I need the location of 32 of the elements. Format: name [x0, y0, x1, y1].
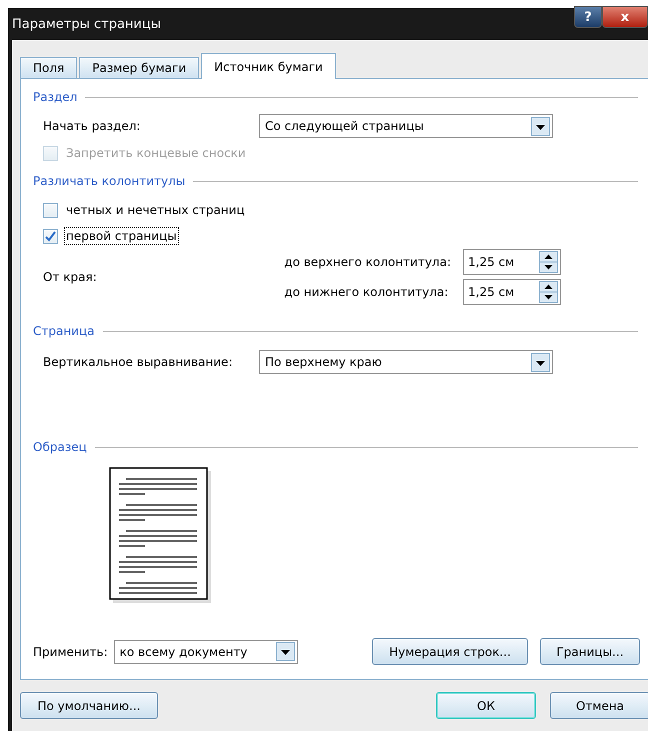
field-label: Начать раздел: [43, 119, 142, 133]
vertical-alignment-dropdown[interactable]: По верхнему краю [259, 350, 553, 374]
group-heading: Различать колонтитулы [33, 174, 186, 188]
group-heading: Раздел [33, 90, 78, 104]
dialog-button[interactable]: Границы... [540, 638, 640, 665]
field-label: до верхнего колонтитула: [284, 255, 451, 269]
field-label: до нижнего колонтитула: [284, 285, 450, 299]
group-heading: Образец [33, 440, 87, 454]
field-label: Применить: [33, 644, 108, 658]
checkbox-label[interactable]: первой страницы [64, 227, 179, 245]
help-button[interactable]: ? [574, 6, 602, 28]
tab[interactable]: Размер бумаги [79, 57, 200, 79]
tab[interactable]: Поля [20, 57, 78, 79]
group-heading: Страница [33, 324, 95, 338]
field-label: Вертикальное выравнивание: [43, 355, 234, 369]
spin-arrows-icon[interactable] [539, 251, 558, 273]
apply-to-dropdown[interactable]: ко всему документу [114, 640, 298, 664]
section-start-dropdown[interactable]: Со следующей страницы [259, 114, 553, 138]
close-button[interactable]: x [602, 6, 648, 28]
field-label: От края: [43, 270, 97, 284]
tab[interactable]: Источник бумаги [201, 53, 336, 79]
spin-arrows-icon[interactable] [539, 281, 558, 303]
spin-field[interactable]: 1,25 см [463, 279, 561, 305]
checkbox[interactable] [43, 228, 58, 244]
default-button[interactable]: По умолчанию... [20, 692, 158, 719]
cancel-button[interactable]: Отмена [550, 692, 648, 719]
checkbox[interactable] [43, 202, 58, 218]
ok-button[interactable]: ОК [436, 692, 536, 719]
checkbox-label[interactable]: четных и нечетных страниц [64, 201, 247, 219]
dialog-button[interactable]: Нумерация строк... [372, 638, 528, 665]
spin-field[interactable]: 1,25 см [463, 249, 561, 275]
window-title: Параметры страницы [12, 16, 161, 32]
